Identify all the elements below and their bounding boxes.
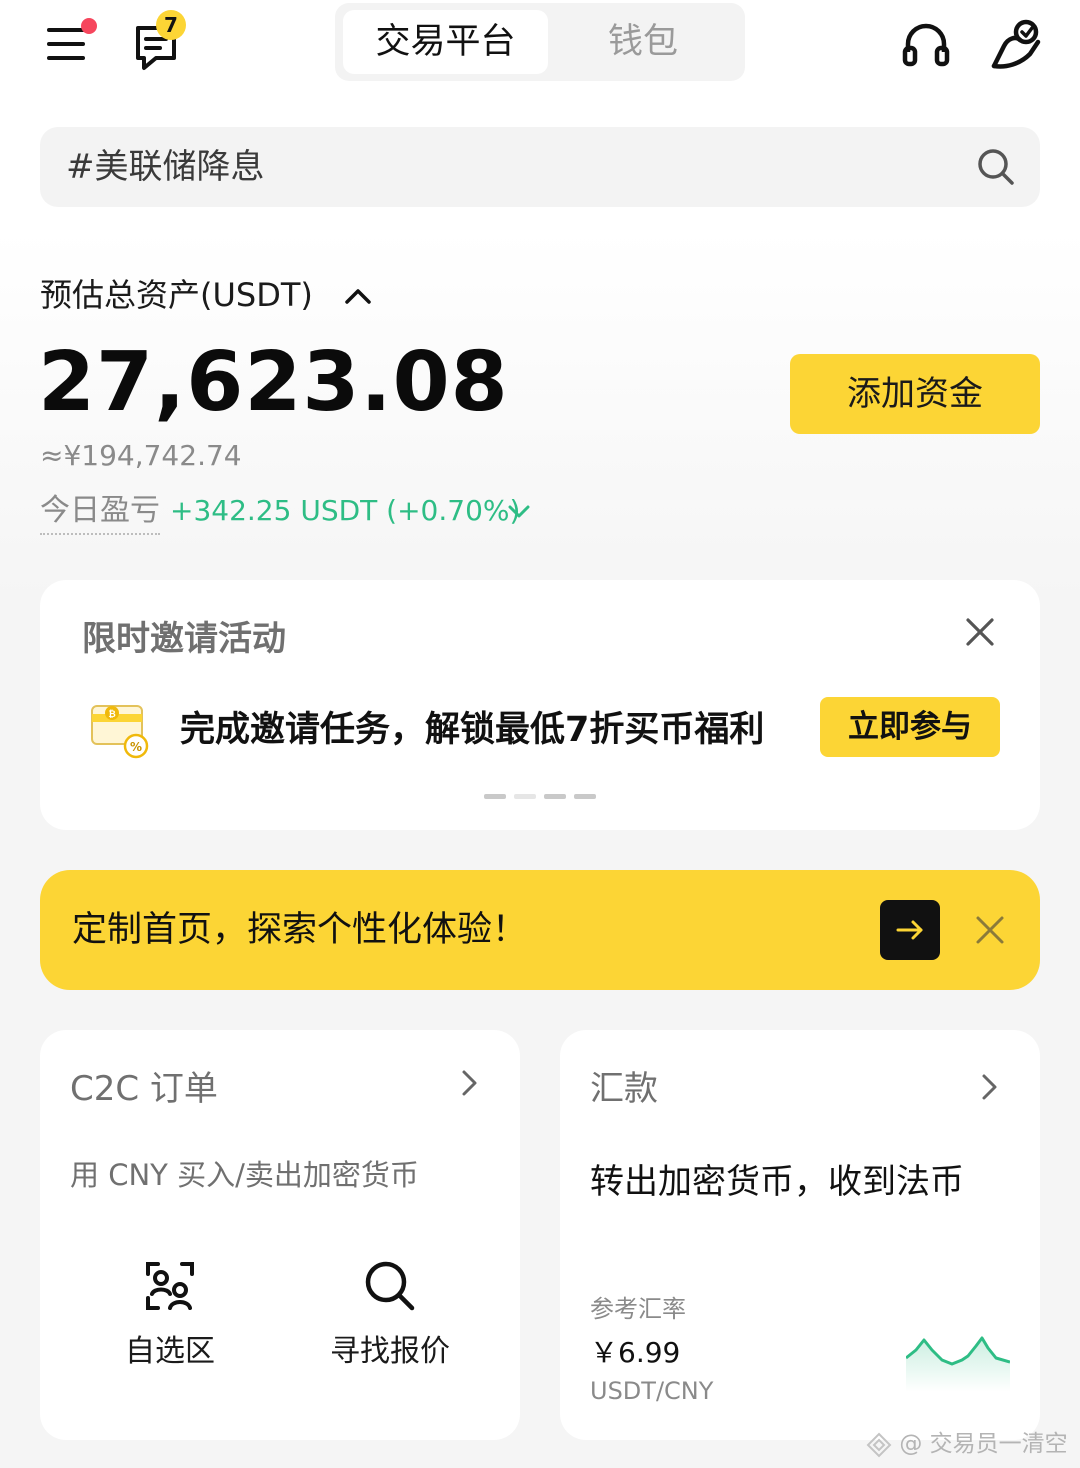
remittance-card[interactable]: 汇款 转出加密货币，收到法币 参考汇率 ￥6.99 USDT/CNY: [560, 1030, 1040, 1440]
find-quotes-label: 寻找报价: [330, 1334, 450, 1369]
chevron-right-icon[interactable]: [452, 1066, 486, 1100]
chevron-down-icon[interactable]: [506, 498, 532, 524]
favorites-zone-label: 自选区: [125, 1334, 215, 1369]
total-assets-amount: 27,623.08: [38, 335, 509, 430]
watermark-logo-icon: [866, 1432, 892, 1457]
menu-icon-line: [47, 42, 85, 46]
c2c-card-description: 用 CNY 买入/卖出加密货币: [70, 1158, 419, 1192]
estimated-assets-label[interactable]: 预估总资产(USDT): [40, 272, 313, 318]
svg-text:%: %: [130, 740, 142, 754]
messages-button[interactable]: 7: [128, 10, 192, 74]
rate-pair-label: USDT/CNY: [590, 1377, 714, 1405]
reference-rate-label: 参考汇率: [590, 1295, 686, 1323]
invite-card-title: 限时邀请活动: [82, 619, 286, 659]
customize-banner-text: 定制首页，探索个性化体验！: [72, 910, 528, 950]
favorite-merchants-icon: [146, 1262, 194, 1310]
chevron-right-icon[interactable]: [972, 1070, 1006, 1104]
remittance-card-description: 转出加密货币，收到法币: [590, 1162, 964, 1202]
invite-campaign-card: 限时邀请活动 ₿ % 完成邀请任务，解锁最低7折买币福利 立即参与: [40, 580, 1040, 830]
customize-home-banner[interactable]: 定制首页，探索个性化体验！: [40, 870, 1040, 990]
tab-wallet[interactable]: 钱包: [548, 10, 738, 74]
coupon-icon: ₿ %: [91, 705, 149, 759]
profile-button[interactable]: [986, 14, 1050, 78]
c2c-order-card[interactable]: C2C 订单 用 CNY 买入/卖出加密货币 自选区 寻找报价: [40, 1030, 520, 1440]
tab-exchange[interactable]: 交易平台: [343, 10, 548, 74]
message-count-badge: 7: [156, 10, 186, 40]
today-pnl-label[interactable]: 今日盈亏: [40, 490, 160, 535]
menu-button[interactable]: [40, 18, 97, 74]
search-placeholder: #美联储降息: [66, 147, 265, 187]
chevron-up-icon[interactable]: [342, 280, 374, 312]
svg-text:₿: ₿: [108, 709, 115, 720]
mode-switch: 交易平台 钱包: [335, 3, 745, 81]
headset-icon: [902, 23, 950, 67]
rate-sparkline: [906, 1336, 1010, 1392]
favorites-zone-button[interactable]: 自选区: [70, 1258, 270, 1378]
pager-dot: [574, 794, 596, 799]
watermark: @ 交易员一清空: [866, 1426, 1068, 1462]
add-funds-button[interactable]: 添加资金: [790, 354, 1040, 434]
menu-icon-line: [47, 56, 85, 60]
arrow-right-icon: [896, 920, 923, 940]
top-bar: 7 交易平台 钱包: [0, 0, 1080, 95]
find-quotes-button[interactable]: 寻找报价: [290, 1258, 490, 1378]
invite-card-text[interactable]: 完成邀请任务，解锁最低7折买币福利: [180, 706, 764, 754]
remittance-card-title: 汇款: [590, 1069, 658, 1109]
search-bar[interactable]: #美联储降息: [40, 127, 1040, 207]
watermark-text: @ 交易员一清空: [899, 1431, 1068, 1457]
today-pnl-value: +342.25 USDT (+0.70%): [170, 494, 521, 527]
app-screen: 7 交易平台 钱包 #美联储降息 预估总资产(USDT) 27,623.08 ≈…: [0, 0, 1080, 1468]
notification-dot: [81, 18, 97, 34]
search-icon: [365, 1261, 415, 1311]
pager-dot: [484, 794, 506, 799]
c2c-card-title: C2C 订单: [70, 1069, 218, 1109]
reference-rate-value: ￥6.99: [590, 1336, 681, 1369]
pager-dot-active: [514, 794, 536, 799]
profile-icon: [991, 19, 1041, 69]
join-now-button[interactable]: 立即参与: [820, 697, 1000, 757]
pager-dot: [544, 794, 566, 799]
close-icon[interactable]: [972, 912, 1008, 948]
customize-go-button[interactable]: [880, 900, 940, 960]
search-icon[interactable]: [976, 147, 1016, 187]
support-button[interactable]: [896, 16, 956, 76]
menu-icon-line: [47, 28, 85, 32]
assets-cny-equivalent: ≈¥194,742.74: [40, 439, 242, 472]
close-icon[interactable]: [962, 614, 998, 650]
